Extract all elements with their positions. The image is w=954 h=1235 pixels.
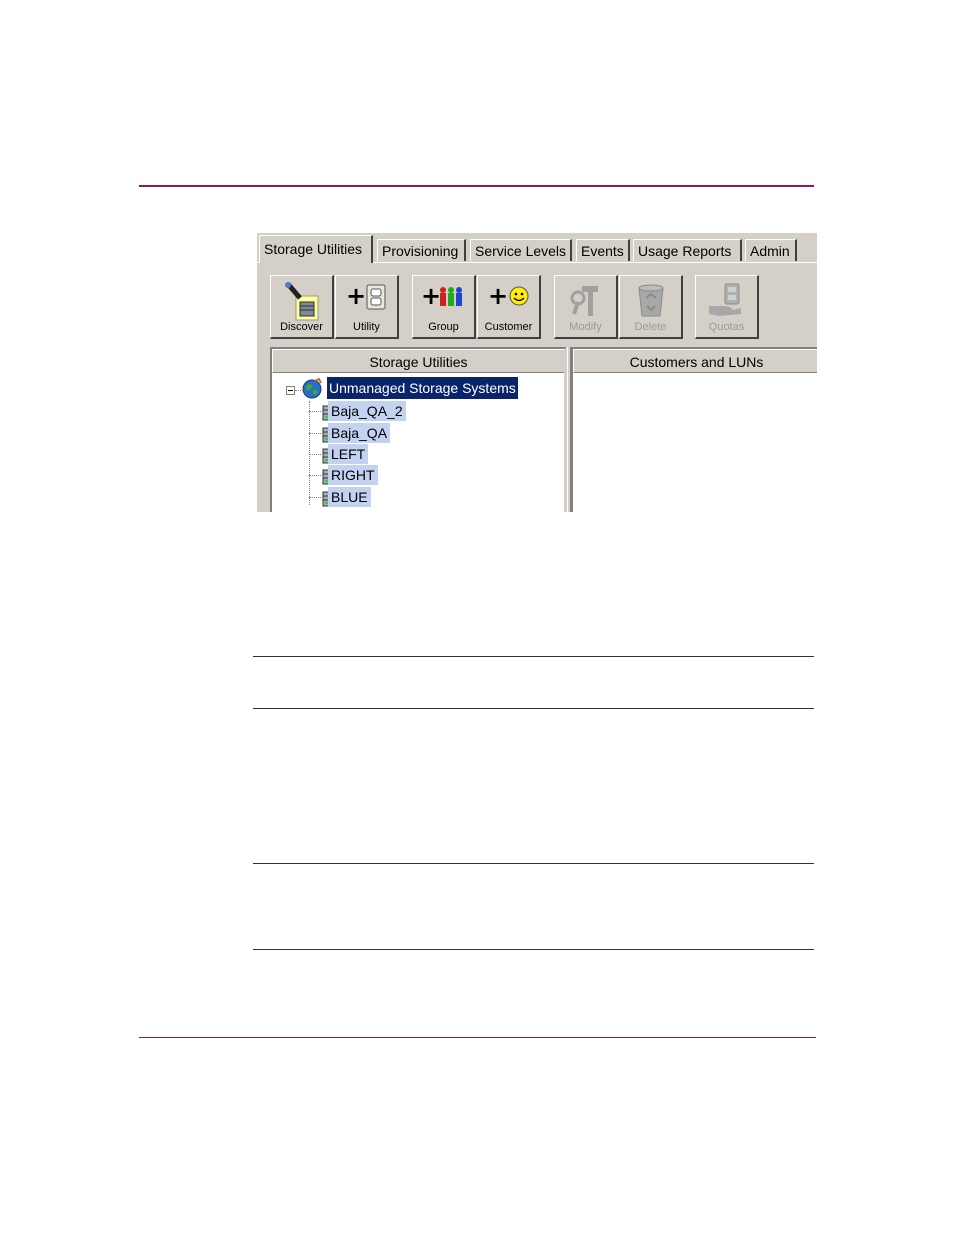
globe-icon [302, 378, 322, 399]
storage-utilities-pane: Storage Utilities Unmanaged Storage Syst… [270, 347, 567, 512]
add-smiley-icon: + [488, 282, 528, 310]
hand-outlet-icon [708, 283, 741, 316]
footer-rule [139, 1037, 816, 1038]
tree-connector [309, 411, 321, 412]
tree-connector [309, 433, 321, 434]
divider [253, 863, 814, 864]
storage-utilities-header: Storage Utilities [272, 349, 564, 373]
app-window: Storage Utilities Provisioning Service L… [257, 233, 817, 512]
divider [253, 949, 814, 950]
header-rule [139, 185, 814, 187]
svg-text:+: + [488, 282, 508, 310]
collapse-toggle[interactable] [286, 386, 295, 395]
tree-item-baja-qa-2[interactable]: Baja_QA_2 [328, 401, 406, 421]
customers-luns-header: Customers and LUNs [573, 349, 817, 373]
tree-item-left[interactable]: LEFT [328, 444, 369, 464]
tab-usage-reports[interactable]: Usage Reports [633, 239, 742, 261]
add-outlet-icon: + [346, 282, 385, 310]
tree-root-unmanaged-storage[interactable]: Unmanaged Storage Systems [327, 377, 518, 399]
tab-storage-utilities[interactable]: Storage Utilities [259, 235, 373, 263]
divider [253, 656, 814, 657]
quotas-label: Quotas [708, 321, 745, 333]
tab-events[interactable]: Events [576, 239, 630, 261]
tab-admin[interactable]: Admin [745, 239, 797, 261]
tab-provisioning[interactable]: Provisioning [377, 239, 466, 261]
utility-label: Utility [353, 321, 380, 333]
recycle-bin-icon [637, 284, 664, 317]
quotas-button[interactable]: Quotas [695, 275, 759, 339]
tree-item-blue[interactable]: BLUE [328, 487, 371, 507]
delete-label: Delete [634, 321, 667, 333]
tab-bar: Storage Utilities Provisioning Service L… [257, 233, 817, 263]
customer-label: Customer [484, 321, 533, 333]
tree-connector [309, 401, 310, 505]
discover-button[interactable]: Discover [270, 275, 334, 339]
tools-icon [570, 286, 598, 316]
add-customer-button[interactable]: + Customer [477, 275, 541, 339]
tab-service-levels[interactable]: Service Levels [470, 239, 572, 261]
tree-connector [309, 454, 321, 455]
add-utility-button[interactable]: + Utility [335, 275, 399, 339]
tree-connector [309, 497, 321, 498]
modify-label: Modify [569, 321, 602, 333]
customers-luns-pane: Customers and LUNs [571, 347, 817, 512]
flashlight-server-icon [284, 282, 318, 321]
svg-text:+: + [421, 282, 441, 310]
tree-item-right[interactable]: RIGHT [328, 465, 378, 485]
tree-item-baja-qa[interactable]: Baja_QA [328, 423, 391, 443]
svg-text:+: + [346, 282, 366, 310]
group-label: Group [428, 321, 459, 333]
add-group-icon: + [421, 282, 462, 310]
tree-connector [309, 475, 321, 476]
add-group-button[interactable]: + Group [412, 275, 476, 339]
divider [253, 708, 814, 709]
delete-button[interactable]: Delete [619, 275, 683, 339]
modify-button[interactable]: Modify [554, 275, 618, 339]
discover-label: Discover [280, 321, 323, 333]
